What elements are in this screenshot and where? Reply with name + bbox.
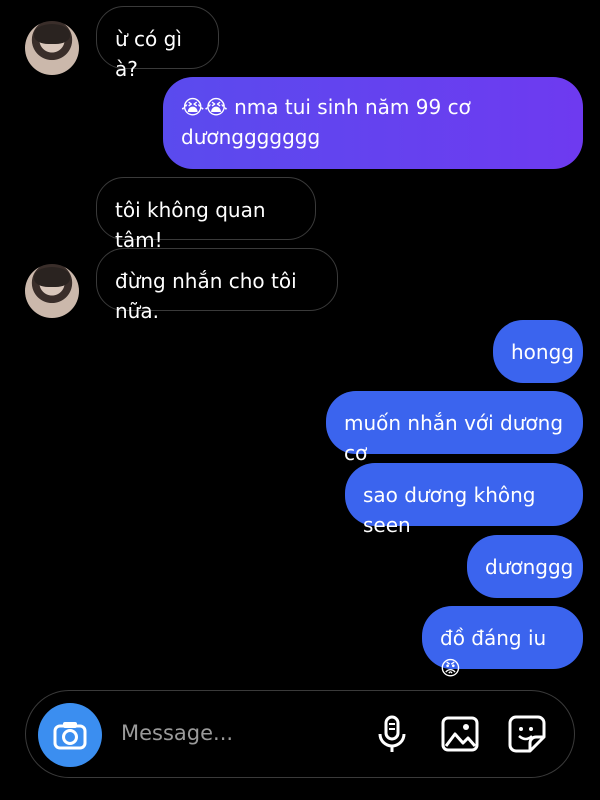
camera-button[interactable]	[38, 703, 102, 767]
message-composer: Message...	[25, 690, 575, 778]
outgoing-message[interactable]: muốn nhắn với dương cơ	[326, 391, 583, 465]
image-icon[interactable]	[439, 713, 481, 755]
incoming-message[interactable]: tôi không quan tâm!	[96, 177, 316, 252]
incoming-message[interactable]: đừng nhắn cho tôi nữa.	[96, 248, 338, 323]
microphone-icon[interactable]	[371, 713, 413, 755]
contact-avatar[interactable]	[25, 264, 79, 318]
message-input[interactable]: Message...	[121, 721, 233, 745]
incoming-message[interactable]: ừ có gì à?	[96, 6, 219, 81]
contact-avatar[interactable]	[25, 21, 79, 75]
sticker-icon[interactable]	[506, 713, 548, 755]
outgoing-message[interactable]: dươnggg	[467, 535, 583, 598]
outgoing-message[interactable]: sao dương không seen	[345, 463, 583, 537]
outgoing-message[interactable]: đồ đáng iu😡	[422, 606, 583, 680]
outgoing-message[interactable]: hongg	[493, 320, 583, 383]
outgoing-message[interactable]: 😭😭 nma tui sinh năm 99 cơ dươnggggggg	[163, 77, 583, 169]
camera-icon	[53, 722, 87, 750]
